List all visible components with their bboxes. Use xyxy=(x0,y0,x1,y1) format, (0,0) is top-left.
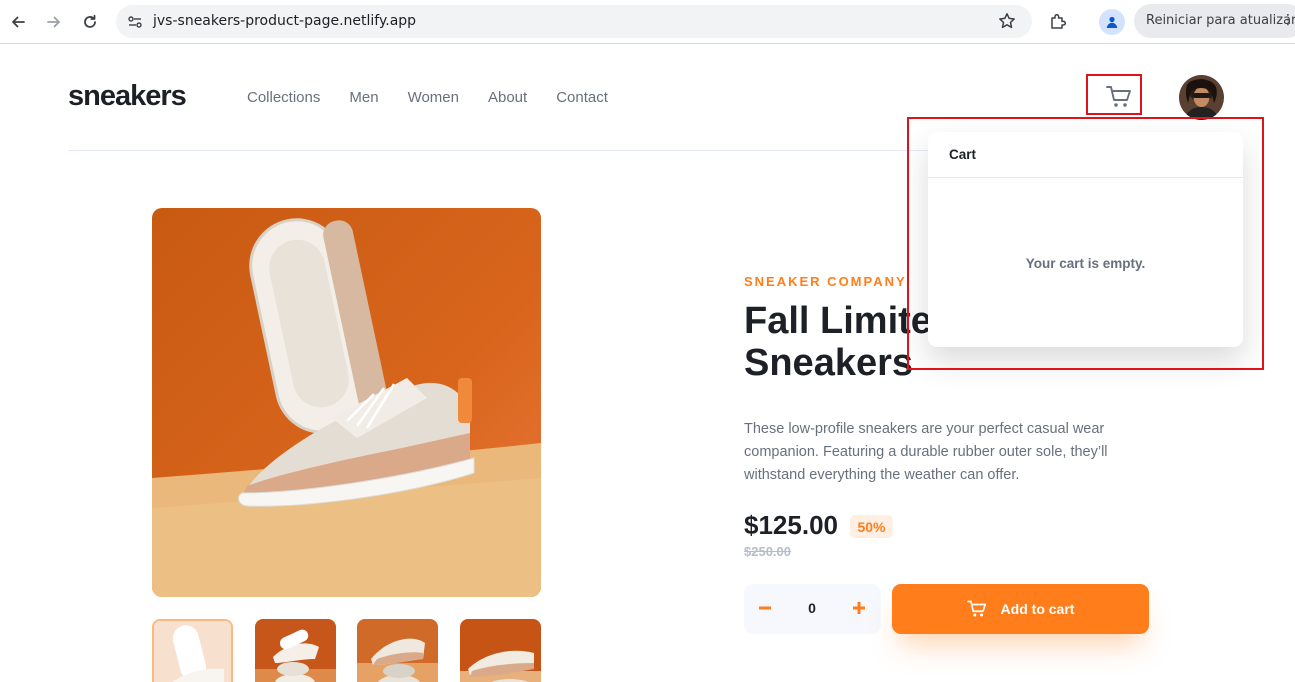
reload-icon[interactable] xyxy=(78,10,102,34)
annotation-box-cart xyxy=(1086,74,1142,115)
thumbnail-4[interactable] xyxy=(460,619,541,682)
minus-icon xyxy=(759,606,771,610)
thumbnail-3[interactable] xyxy=(357,619,438,682)
product-description: These low-profile sneakers are your perf… xyxy=(744,421,1108,483)
increase-quantity-button[interactable] xyxy=(847,596,871,620)
quantity-stepper: 0 xyxy=(744,584,881,634)
main-nav: Collections Men Women About Contact xyxy=(247,89,637,106)
thumbnail-1[interactable] xyxy=(152,619,233,682)
quantity-value: 0 xyxy=(808,600,816,616)
restart-label: Reiniciar para atualizar xyxy=(1146,13,1295,28)
add-to-cart-button[interactable]: Add to cart xyxy=(892,584,1149,634)
nav-women[interactable]: Women xyxy=(408,89,459,106)
browser-toolbar: jvs-sneakers-product-page.netlify.app Re… xyxy=(0,0,1295,44)
nav-contact[interactable]: Contact xyxy=(556,89,608,106)
thumbnail-2[interactable] xyxy=(255,619,336,682)
restart-to-update-button[interactable]: Reiniciar para atualizar ⋮ xyxy=(1134,4,1295,38)
current-price: $125.00 xyxy=(744,510,838,540)
nav-men[interactable]: Men xyxy=(349,89,378,106)
discount-badge: 50% xyxy=(850,515,893,538)
nav-about[interactable]: About xyxy=(488,89,527,106)
annotation-box-cart-panel xyxy=(907,117,1264,370)
avatar[interactable] xyxy=(1179,75,1224,120)
back-icon[interactable] xyxy=(6,10,30,34)
forward-icon[interactable] xyxy=(42,10,66,34)
site-logo[interactable]: sneakers xyxy=(68,80,187,113)
decrease-quantity-button[interactable] xyxy=(753,596,777,620)
profile-icon[interactable] xyxy=(1099,9,1125,35)
company-name: SNEAKER COMPANY xyxy=(744,274,907,289)
address-bar[interactable]: jvs-sneakers-product-page.netlify.app xyxy=(116,5,1032,38)
bookmark-star-icon[interactable] xyxy=(998,12,1016,34)
site-info-icon[interactable] xyxy=(127,14,143,34)
url-text[interactable]: jvs-sneakers-product-page.netlify.app xyxy=(153,13,416,29)
nav-collections[interactable]: Collections xyxy=(247,89,320,106)
product-main-image[interactable] xyxy=(152,208,541,597)
cart-icon xyxy=(966,600,986,617)
original-price: $250.00 xyxy=(744,544,791,559)
add-to-cart-label: Add to cart xyxy=(1000,601,1075,617)
plus-icon xyxy=(853,602,865,614)
more-menu-icon[interactable]: ⋮ xyxy=(1281,12,1295,28)
extensions-icon[interactable] xyxy=(1046,10,1070,34)
